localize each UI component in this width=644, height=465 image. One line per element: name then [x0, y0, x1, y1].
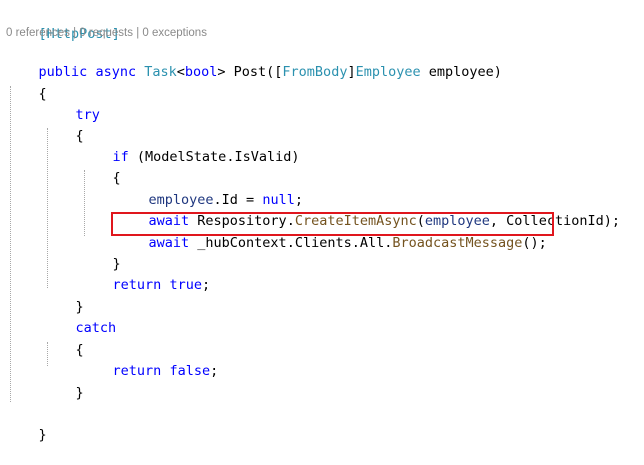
code-line-catch: catch — [75, 320, 117, 336]
codelens-info[interactable]: 0 references | 0 requests | 0 exceptions — [6, 24, 207, 42]
code-line-return-false: return false; — [112, 363, 219, 379]
code-line-if-open: { — [112, 170, 121, 186]
code-line-method-close: } — [38, 427, 47, 443]
code-line-open-brace: { — [38, 86, 47, 102]
highlight-annotation-box — [111, 212, 554, 236]
code-line-employee-id: employee.Id = null; — [148, 192, 303, 208]
code-line-if: if (ModelState.IsValid) — [112, 149, 300, 165]
code-line-if-close: } — [112, 256, 121, 272]
code-line-catch-open: { — [75, 342, 84, 358]
indent-guide-method — [10, 86, 11, 402]
code-line-return-true: return true; — [112, 277, 211, 293]
code-line-try-close: } — [75, 299, 84, 315]
code-line-try: try — [75, 107, 100, 123]
code-line-create-item: await Respository.CreateItemAsync(employ… — [148, 213, 620, 229]
code-line-try-open: { — [75, 128, 84, 144]
code-line-method-signature: public async Task<bool> Post([FromBody]E… — [38, 64, 502, 80]
code-line-catch-close: } — [75, 385, 84, 401]
code-line-attribute: [HttpPost] — [38, 26, 120, 42]
